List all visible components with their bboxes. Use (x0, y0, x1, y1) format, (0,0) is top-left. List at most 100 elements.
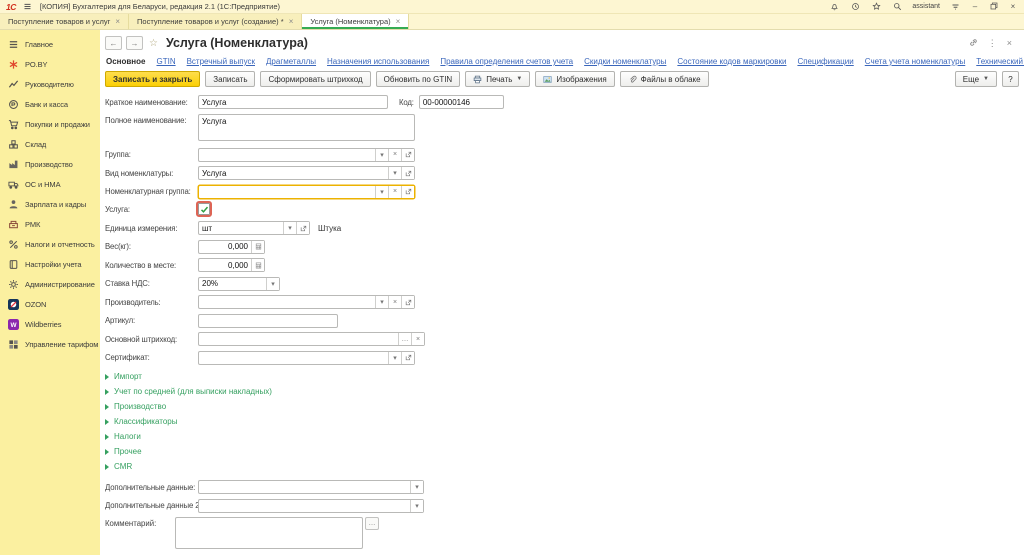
extra-data-input[interactable] (199, 481, 410, 493)
restore-button[interactable] (989, 2, 999, 12)
comment-textarea[interactable] (175, 517, 363, 549)
form-tab[interactable]: Состояние кодов маркировки (677, 57, 786, 66)
open-icon[interactable] (401, 296, 414, 308)
form-tab[interactable]: Счета учета номенклатуры (865, 57, 966, 66)
calculator-icon[interactable] (251, 259, 264, 271)
expander-прочее[interactable]: Прочее (105, 444, 1024, 459)
search-icon[interactable] (891, 1, 903, 13)
open-icon[interactable] (401, 167, 414, 179)
sidebar-item-ozon[interactable]: OZON (0, 294, 100, 314)
sidebar-item-зарплата-и-кадры[interactable]: Зарплата и кадры (0, 194, 100, 214)
assistant-label[interactable]: assistant (912, 3, 940, 10)
full-name-textarea[interactable]: Услуга (198, 114, 415, 141)
sidebar-item-настройки-учета[interactable]: Настройки учета (0, 254, 100, 274)
sidebar-item-банк-и-касса[interactable]: Банк и касса (0, 94, 100, 114)
form-tab[interactable]: Спецификации (797, 57, 853, 66)
open-icon[interactable] (401, 186, 414, 198)
form-tab[interactable]: Основное (106, 57, 145, 66)
code-input[interactable] (420, 96, 503, 108)
update-gtin-button[interactable]: Обновить по GTIN (376, 71, 461, 87)
form-tab[interactable]: Правила определения счетов учета (440, 57, 573, 66)
sidebar-item-po-by[interactable]: PO.BY (0, 54, 100, 74)
dropdown-icon[interactable]: ▾ (283, 222, 296, 234)
form-tab[interactable]: GTIN (156, 57, 175, 66)
barcode-input[interactable] (199, 333, 398, 345)
help-button[interactable]: ? (1002, 71, 1019, 87)
sidebar-item-налоги-и-отчетность[interactable]: Налоги и отчетность (0, 234, 100, 254)
weight-input[interactable] (199, 241, 251, 253)
window-tab[interactable]: Поступление товаров и услуг (создание) *… (129, 14, 302, 29)
dropdown-icon[interactable]: ▾ (410, 500, 423, 512)
more-button[interactable]: Еще▼ (955, 71, 997, 87)
expander-учет-по-средней-для-выписки-накладных-[interactable]: Учет по средней (для выписки накладных) (105, 384, 1024, 399)
get-link-icon[interactable] (969, 34, 978, 52)
save-and-close-button[interactable]: Записать и закрыть (105, 71, 200, 87)
dropdown-icon[interactable]: ▾ (388, 167, 401, 179)
sidebar-item-управление-тарифом[interactable]: Управление тарифом (0, 334, 100, 354)
open-icon[interactable] (296, 222, 309, 234)
sidebar-item-склад[interactable]: Склад (0, 134, 100, 154)
expander-импорт[interactable]: Импорт (105, 369, 1024, 384)
sidebar-item-wildberries[interactable]: WWildberries (0, 314, 100, 334)
choose-icon[interactable]: … (398, 333, 411, 345)
close-window-button[interactable]: × (1008, 2, 1018, 11)
short-name-input[interactable] (199, 96, 387, 108)
clear-icon[interactable]: × (411, 333, 424, 345)
expander-классификаторы[interactable]: Классификаторы (105, 414, 1024, 429)
sidebar-item-администрирование[interactable]: Администрирование (0, 274, 100, 294)
calculator-icon[interactable] (251, 241, 264, 253)
sidebar-item-руководителю[interactable]: Руководителю (0, 74, 100, 94)
cloud-files-button[interactable]: Файлы в облаке (620, 71, 709, 87)
manufacturer-input[interactable] (199, 296, 375, 308)
sidebar-item-рмк[interactable]: РМК (0, 214, 100, 234)
expander-cmr[interactable]: CMR (105, 459, 1024, 474)
unit-input[interactable] (199, 222, 283, 234)
window-tab[interactable]: Услуга (Номенклатура)× (302, 14, 409, 29)
dropdown-icon[interactable]: ▾ (410, 481, 423, 493)
form-tab[interactable]: Встречный выпуск (187, 57, 255, 66)
dropdown-icon[interactable]: ▾ (375, 296, 388, 308)
article-input[interactable] (199, 315, 337, 327)
favorites-star-icon[interactable] (870, 1, 882, 13)
tab-close-icon[interactable]: × (115, 17, 120, 26)
more-menu-icon[interactable]: ⋮ (988, 38, 997, 49)
expander-производство[interactable]: Производство (105, 399, 1024, 414)
notifications-bell-icon[interactable] (828, 1, 840, 13)
dropdown-icon[interactable]: ▾ (375, 186, 388, 198)
sidebar-item-главное[interactable]: Главное (0, 34, 100, 54)
dropdown-icon[interactable]: ▾ (388, 352, 401, 364)
form-tab[interactable]: Скидки номенклатуры (584, 57, 666, 66)
certificate-input[interactable] (199, 352, 388, 364)
extra-data2-input[interactable] (199, 500, 410, 512)
images-button[interactable]: Изображения (535, 71, 614, 87)
qty-per-place-input[interactable] (199, 259, 251, 271)
dropdown-icon[interactable]: ▾ (375, 149, 388, 161)
back-button[interactable]: ← (105, 36, 122, 50)
history-icon[interactable] (849, 1, 861, 13)
form-tab[interactable]: Драгметаллы (266, 57, 316, 66)
tab-close-icon[interactable]: × (289, 17, 294, 26)
form-tab[interactable]: Технический GTIN (976, 57, 1024, 66)
save-button[interactable]: Записать (205, 71, 255, 87)
clear-icon[interactable]: × (388, 296, 401, 308)
minimize-button[interactable]: – (970, 2, 980, 11)
main-menu-icon[interactable] (22, 1, 34, 13)
expander-налоги[interactable]: Налоги (105, 429, 1024, 444)
clear-icon[interactable]: × (388, 149, 401, 161)
service-settings-icon[interactable] (949, 1, 961, 13)
sidebar-item-производство[interactable]: Производство (0, 154, 100, 174)
nom-group-input[interactable] (199, 186, 375, 198)
service-checkbox[interactable] (198, 203, 210, 215)
open-icon[interactable] (401, 352, 414, 364)
sidebar-item-ос-и-нма[interactable]: ОС и НМА (0, 174, 100, 194)
clear-icon[interactable]: × (388, 186, 401, 198)
kind-input[interactable] (199, 167, 388, 179)
favorite-star-icon[interactable]: ☆ (149, 38, 158, 49)
forward-button[interactable]: → (126, 36, 143, 50)
make-barcode-button[interactable]: Сформировать штрихкод (260, 71, 370, 87)
comment-expand-button[interactable]: … (365, 517, 379, 530)
dropdown-icon[interactable]: ▾ (266, 278, 279, 290)
group-input[interactable] (199, 149, 375, 161)
vat-input[interactable] (199, 278, 266, 290)
sidebar-item-покупки-и-продажи[interactable]: Покупки и продажи (0, 114, 100, 134)
